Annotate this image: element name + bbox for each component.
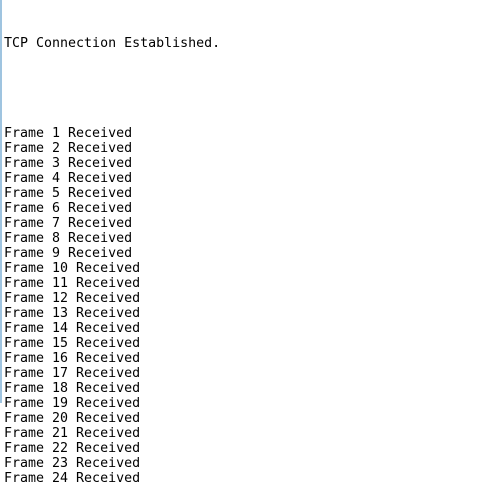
frame-received-line: Frame 4 Received bbox=[4, 171, 133, 186]
frame-received-line: Frame 3 Received bbox=[4, 156, 133, 171]
frame-received-line: Frame 12 Received bbox=[4, 291, 141, 306]
frame-received-line: Frame 14 Received bbox=[4, 321, 141, 336]
frame-received-line: Frame 22 Received bbox=[4, 441, 141, 456]
frame-received-line: Frame 5 Received bbox=[4, 186, 133, 201]
frame-received-line: Frame 21 Received bbox=[4, 426, 141, 441]
frame-lines: Frame 1 Received Frame 2 Received Frame 3 … bbox=[4, 126, 220, 486]
connection-status-line: TCP Connection Established. bbox=[4, 36, 221, 51]
frame-received-line: Frame 19 Received bbox=[4, 396, 141, 411]
frame-received-line: Frame 24 Received bbox=[4, 471, 141, 486]
frame-received-line: Frame 16 Received bbox=[4, 351, 141, 366]
frame-received-line: Frame 15 Received bbox=[4, 336, 141, 351]
window-left-border bbox=[0, 0, 2, 403]
frame-received-line: Frame 2 Received bbox=[4, 141, 133, 156]
frame-received-line: Frame 6 Received bbox=[4, 201, 133, 216]
frame-received-line: Frame 13 Received bbox=[4, 306, 141, 321]
frame-received-line: Frame 9 Received bbox=[4, 246, 133, 261]
frame-received-line: Frame 10 Received bbox=[4, 261, 141, 276]
frame-received-line: Frame 8 Received bbox=[4, 231, 133, 246]
frame-received-line: Frame 23 Received bbox=[4, 456, 141, 471]
frame-received-line: Frame 7 Received bbox=[4, 216, 133, 231]
frame-received-line: Frame 11 Received bbox=[4, 276, 141, 291]
frame-received-line: Frame 1 Received bbox=[4, 126, 133, 141]
frame-received-line: Frame 18 Received bbox=[4, 381, 141, 396]
console-output: TCP Connection Established. Frame 1 Rece… bbox=[4, 6, 220, 501]
frame-received-line: Frame 17 Received bbox=[4, 366, 141, 381]
frame-received-line: Frame 20 Received bbox=[4, 411, 141, 426]
